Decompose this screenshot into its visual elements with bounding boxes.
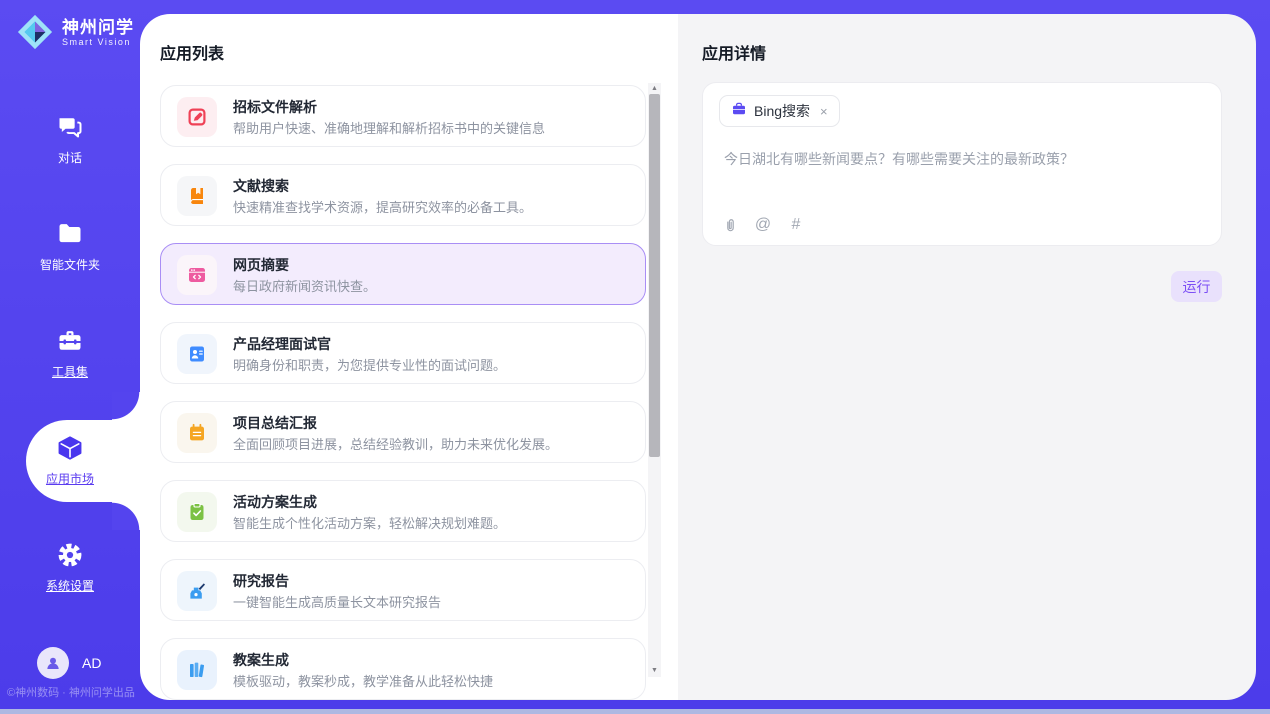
- paperclip-icon[interactable]: [721, 216, 739, 234]
- sidebar-item-cube[interactable]: 应用市场: [0, 433, 140, 489]
- app-card[interactable]: 网页摘要 每日政府新闻资讯快查。: [160, 243, 646, 305]
- research-report-icon: [177, 571, 217, 611]
- bubble-fillet-top: [112, 392, 140, 420]
- app-card[interactable]: 文献搜索 快速精准查找学术资源，提高研究效率的必备工具。: [160, 164, 646, 226]
- prompt-input[interactable]: 今日湖北有哪些新闻要点？有哪些需要关注的最新政策？: [724, 149, 1201, 169]
- app-card-description: 快速精准查找学术资源，提高研究效率的必备工具。: [233, 197, 532, 216]
- bubble-fillet-bottom: [112, 502, 140, 530]
- sidebar-item-label: 工具集: [52, 363, 88, 380]
- main-container: 应用列表 招标文件解析 帮助用户快速、准确地理解和解析招标书中的关键信息 文献搜…: [140, 14, 1256, 700]
- chat-icon: [55, 112, 85, 142]
- prompt-toolbar: @#: [721, 216, 805, 234]
- app-card-title: 产品经理面试官: [233, 334, 331, 354]
- app-card[interactable]: 教案生成 模板驱动，教案秒成，教学准备从此轻松快捷: [160, 638, 646, 700]
- app-card-list: 招标文件解析 帮助用户快速、准确地理解和解析招标书中的关键信息 文献搜索 快速精…: [160, 85, 646, 700]
- hash-icon[interactable]: #: [787, 216, 805, 234]
- app-card-title: 教案生成: [233, 650, 289, 670]
- diamond-logo-icon: [16, 13, 54, 51]
- gear-icon: [55, 540, 85, 570]
- sidebar-item-label: 对话: [58, 149, 82, 166]
- app-card[interactable]: 研究报告 一键智能生成高质量长文本研究报告: [160, 559, 646, 621]
- summary-note-icon: [177, 413, 217, 453]
- tag-close-icon[interactable]: ×: [820, 104, 828, 119]
- app-card[interactable]: 项目总结汇报 全面回顾项目进展，总结经验教训，助力未来优化发展。: [160, 401, 646, 463]
- app-card-description: 模板驱动，教案秒成，教学准备从此轻松快捷: [233, 671, 493, 690]
- sidebar-item-gear[interactable]: 系统设置: [0, 540, 140, 596]
- app-card-title: 研究报告: [233, 571, 289, 591]
- app-detail-title: 应用详情: [702, 40, 766, 64]
- briefcase-icon: [731, 101, 747, 122]
- tool-tag-bing-search[interactable]: Bing搜索 ×: [719, 95, 840, 127]
- run-button[interactable]: 运行: [1171, 271, 1222, 302]
- folder-icon: [55, 219, 85, 249]
- interview-doc-icon: [177, 334, 217, 374]
- app-card-title: 网页摘要: [233, 255, 289, 275]
- app-card-title: 招标文件解析: [233, 97, 317, 117]
- sidebar-item-label: 智能文件夹: [40, 256, 100, 273]
- brand-logo: 神州问学 Smart Vision: [16, 13, 134, 51]
- app-card-title: 活动方案生成: [233, 492, 317, 512]
- user-account[interactable]: AD: [37, 647, 101, 679]
- app-card-title: 项目总结汇报: [233, 413, 317, 433]
- prompt-card: Bing搜索 × 今日湖北有哪些新闻要点？有哪些需要关注的最新政策？ @#: [702, 82, 1222, 246]
- sidebar-item-folder[interactable]: 智能文件夹: [0, 219, 140, 275]
- avatar[interactable]: [37, 647, 69, 679]
- app-card-description: 智能生成个性化活动方案，轻松解决规划难题。: [233, 513, 506, 532]
- tool-tag-label: Bing搜索: [754, 101, 810, 121]
- sidebar-item-toolbox[interactable]: 工具集: [0, 326, 140, 382]
- books-icon: [177, 650, 217, 690]
- app-card-description: 帮助用户快速、准确地理解和解析招标书中的关键信息: [233, 118, 545, 137]
- sidebar-item-label: 应用市场: [46, 470, 94, 487]
- edit-doc-icon: [177, 97, 217, 137]
- app-card[interactable]: 活动方案生成 智能生成个性化活动方案，轻松解决规划难题。: [160, 480, 646, 542]
- cube-icon: [55, 433, 85, 463]
- scrollbar[interactable]: ▲ ▼: [648, 83, 661, 677]
- bottom-strip: [0, 709, 1270, 714]
- scrollbar-thumb[interactable]: [649, 94, 660, 457]
- app-card-description: 一键智能生成高质量长文本研究报告: [233, 592, 441, 611]
- app-list-panel: 应用列表 招标文件解析 帮助用户快速、准确地理解和解析招标书中的关键信息 文献搜…: [140, 14, 678, 700]
- app-card[interactable]: 产品经理面试官 明确身份和职责，为您提供专业性的面试问题。: [160, 322, 646, 384]
- toolbox-icon: [55, 326, 85, 356]
- brand-name: 神州问学: [62, 18, 134, 37]
- book-icon: [177, 176, 217, 216]
- app-list-title: 应用列表: [160, 40, 224, 64]
- user-name: AD: [82, 655, 101, 671]
- app-card-title: 文献搜索: [233, 176, 289, 196]
- webpage-code-icon: [177, 255, 217, 295]
- app-card[interactable]: 招标文件解析 帮助用户快速、准确地理解和解析招标书中的关键信息: [160, 85, 646, 147]
- app-card-description: 全面回顾项目进展，总结经验教训，助力未来优化发展。: [233, 434, 558, 453]
- copyright-footer: ©神州数码 · 神州问学出品: [7, 684, 147, 700]
- sidebar-nav: 对话 智能文件夹 工具集 应用市场 系统设置: [0, 112, 140, 647]
- at-icon[interactable]: @: [754, 216, 772, 234]
- sidebar-item-label: 系统设置: [46, 577, 94, 594]
- sidebar: 神州问学 Smart Vision 对话 智能文件夹 工具集 应用市场: [0, 0, 140, 714]
- sidebar-item-chat[interactable]: 对话: [0, 112, 140, 168]
- app-card-description: 明确身份和职责，为您提供专业性的面试问题。: [233, 355, 506, 374]
- app-detail-panel: 应用详情 Bing搜索 × 今日湖北有哪些新闻要点？有哪些需要关注的最新政策？ …: [678, 14, 1256, 700]
- scrollbar-down-arrow-icon[interactable]: ▼: [648, 665, 661, 677]
- brand-subtitle: Smart Vision: [62, 37, 134, 47]
- app-card-description: 每日政府新闻资讯快查。: [233, 276, 376, 295]
- clipboard-check-icon: [177, 492, 217, 532]
